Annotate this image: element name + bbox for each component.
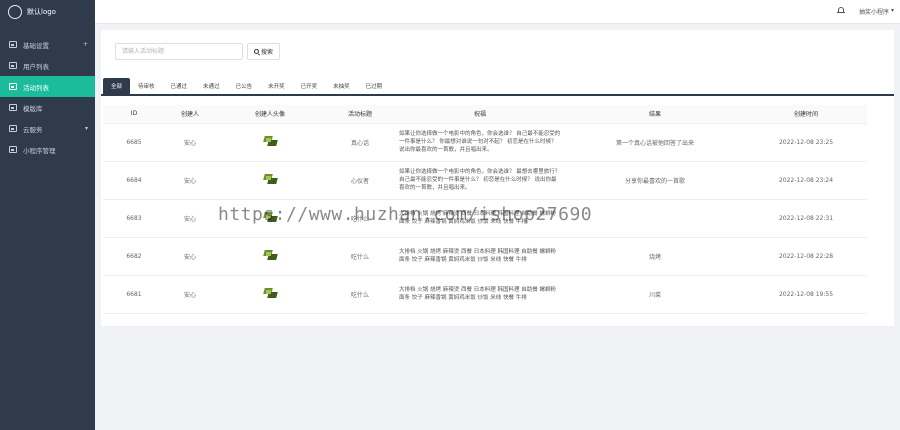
sidebar-item-label: 小程序管理 bbox=[23, 146, 56, 155]
cell-time: 2022-12-08 23:25 bbox=[745, 123, 867, 162]
cell-avatar bbox=[215, 199, 325, 238]
avatar bbox=[262, 135, 278, 147]
cell-title: 真心话 bbox=[325, 123, 395, 162]
cell-creator: 安心 bbox=[165, 237, 215, 276]
tab-rejected[interactable]: 未通过 bbox=[195, 78, 228, 94]
avatar bbox=[262, 287, 278, 299]
logo-text: 默认logo bbox=[27, 8, 56, 16]
cell-creator: 安心 bbox=[165, 275, 215, 314]
avatar bbox=[262, 249, 278, 261]
expand-icon: + bbox=[82, 41, 88, 48]
cell-creator: 安心 bbox=[165, 161, 215, 200]
search-icon bbox=[253, 49, 259, 54]
logo-icon bbox=[8, 5, 22, 19]
sidebar-item-label: 基础设置 bbox=[23, 41, 49, 50]
menu-icon bbox=[9, 41, 17, 48]
tab-approved[interactable]: 已通过 bbox=[163, 78, 196, 94]
tab-not-lottery[interactable]: 未抽奖 bbox=[325, 78, 358, 94]
cell-result bbox=[565, 199, 745, 238]
menu-icon bbox=[9, 83, 17, 90]
search-button-label: 搜索 bbox=[260, 49, 273, 56]
cell-title: 心仪者 bbox=[325, 161, 395, 200]
search-button[interactable]: 搜索 bbox=[247, 43, 280, 60]
cell-avatar bbox=[215, 123, 325, 162]
search-input[interactable] bbox=[115, 43, 243, 60]
table-row[interactable]: 6685 安心 真心话 如果让你选择做一个电影中的角色，你会选谁？ 自己最不能忍… bbox=[103, 123, 867, 162]
cell-time: 2022-12-08 19:55 bbox=[745, 275, 867, 314]
column-header-time[interactable]: 创建时间 bbox=[745, 105, 867, 124]
menu-icon bbox=[9, 104, 17, 111]
menu-icon bbox=[9, 146, 17, 153]
cell-title: 吃什么 bbox=[325, 275, 395, 314]
column-header-id[interactable]: ID bbox=[103, 105, 165, 124]
activity-table: ID 创建人 创建人头像 活动标题 祝福 结果 创建时间 6685 安心 真心话… bbox=[103, 105, 867, 314]
logo[interactable]: 默认logo bbox=[0, 0, 95, 24]
cell-result: 分享你最喜欢的一首歌 bbox=[565, 161, 745, 200]
avatar bbox=[262, 173, 278, 185]
top-header: 抽奖小程序 ▾ bbox=[95, 0, 900, 24]
user-menu[interactable]: 抽奖小程序 ▾ bbox=[859, 7, 894, 16]
cell-id: 6681 bbox=[103, 275, 165, 314]
cell-avatar bbox=[215, 275, 325, 314]
cell-time: 2022-12-08 23:24 bbox=[745, 161, 867, 200]
sidebar-item-label: 活动列表 bbox=[23, 83, 49, 92]
sidebar-item-cloud[interactable]: 云服务 ▾ bbox=[0, 118, 95, 139]
sidebar-item-label: 云服务 bbox=[23, 125, 43, 134]
column-header-result[interactable]: 结果 bbox=[565, 105, 745, 124]
cell-title: 吃什么 bbox=[325, 237, 395, 276]
sidebar-item-users[interactable]: 用户列表 bbox=[0, 55, 95, 76]
sidebar-menu: 基础设置 + 用户列表 活动列表 模版库 云服务 ▾ 小程序管理 bbox=[0, 34, 95, 160]
chevron-down-icon: ▾ bbox=[890, 7, 894, 14]
cell-id: 6685 bbox=[103, 123, 165, 162]
sidebar-item-label: 用户列表 bbox=[23, 62, 49, 71]
column-header-avatar[interactable]: 创建人头像 bbox=[215, 105, 325, 124]
menu-icon bbox=[9, 62, 17, 69]
tab-not-drawn[interactable]: 未开奖 bbox=[260, 78, 293, 94]
bell-icon[interactable] bbox=[837, 6, 845, 15]
sidebar-item-activities[interactable]: 活动列表 bbox=[0, 76, 95, 97]
cell-id: 6684 bbox=[103, 161, 165, 200]
sidebar-item-label: 模版库 bbox=[23, 104, 43, 113]
tab-pending[interactable]: 待审核 bbox=[130, 78, 163, 94]
cell-time: 2022-12-08 22:28 bbox=[745, 237, 867, 276]
cell-message: 如果让你选择做一个电影中的角色，你会选谁？ 最想去哪里旅行？ 自己最不能忍受的一… bbox=[395, 161, 565, 200]
table-row[interactable]: 6683 安心 吃什么 大排档 火锅 烧烤 麻辣烫 西餐 日本料理 韩国料理 自… bbox=[103, 199, 867, 238]
cell-message: 大排档 火锅 烧烤 麻辣烫 西餐 日本料理 韩国料理 自助餐 螺蛳粉 面条 饺子… bbox=[395, 237, 565, 276]
cell-creator: 安心 bbox=[165, 123, 215, 162]
column-header-title[interactable]: 活动标题 bbox=[325, 105, 395, 124]
table-row[interactable]: 6681 安心 吃什么 大排档 火锅 烧烤 麻辣烫 西餐 日本料理 韩国料理 自… bbox=[103, 275, 867, 314]
cell-id: 6683 bbox=[103, 199, 165, 238]
cell-avatar bbox=[215, 161, 325, 200]
tab-announced[interactable]: 已公告 bbox=[228, 78, 261, 94]
table-row[interactable]: 6684 安心 心仪者 如果让你选择做一个电影中的角色，你会选谁？ 最想去哪里旅… bbox=[103, 161, 867, 200]
chevron-down-icon: ▾ bbox=[84, 125, 88, 132]
sidebar-item-templates[interactable]: 模版库 bbox=[0, 97, 95, 118]
table-header-row: ID 创建人 创建人头像 活动标题 祝福 结果 创建时间 bbox=[103, 105, 867, 124]
cell-creator: 安心 bbox=[165, 199, 215, 238]
tab-expired[interactable]: 已过期 bbox=[358, 78, 391, 94]
table-row[interactable]: 6682 安心 吃什么 大排档 火锅 烧烤 麻辣烫 西餐 日本料理 韩国料理 自… bbox=[103, 237, 867, 276]
status-tabs: 全部 待审核 已通过 未通过 已公告 未开奖 已开奖 未抽奖 已过期 bbox=[101, 78, 894, 96]
tab-drawn[interactable]: 已开奖 bbox=[293, 78, 326, 94]
sidebar-item-miniapp[interactable]: 小程序管理 bbox=[0, 139, 95, 160]
sidebar: 默认logo 基础设置 + 用户列表 活动列表 模版库 云服务 ▾ 小程序管理 bbox=[0, 0, 95, 430]
cell-message: 大排档 火锅 烧烤 麻辣烫 西餐 日本料理 韩国料理 自助餐 螺蛳粉 面条 饺子… bbox=[395, 199, 565, 238]
cell-avatar bbox=[215, 237, 325, 276]
column-header-creator[interactable]: 创建人 bbox=[165, 105, 215, 124]
column-header-message[interactable]: 祝福 bbox=[395, 105, 565, 124]
tab-all[interactable]: 全部 bbox=[103, 78, 131, 94]
avatar bbox=[262, 211, 278, 223]
cell-title: 吃什么 bbox=[325, 199, 395, 238]
user-menu-label: 抽奖小程序 bbox=[858, 9, 889, 16]
cell-time: 2022-12-08 22:31 bbox=[745, 199, 867, 238]
menu-icon bbox=[9, 125, 17, 132]
cell-message: 大排档 火锅 烧烤 麻辣烫 西餐 日本料理 韩国料理 自助餐 螺蛳粉 面条 饺子… bbox=[395, 275, 565, 314]
cell-id: 6682 bbox=[103, 237, 165, 276]
sidebar-item-basic-settings[interactable]: 基础设置 + bbox=[0, 34, 95, 55]
cell-result: 川菜 bbox=[565, 275, 745, 314]
cell-result: 第一个真心话被他回答了出来 bbox=[565, 123, 745, 162]
cell-result: 烧烤 bbox=[565, 237, 745, 276]
cell-message: 如果让你选择做一个电影中的角色，你会选谁？ 自己最不能忍受的一件事是什么？ 你最… bbox=[395, 123, 565, 162]
main-content: 搜索 全部 待审核 已通过 未通过 已公告 未开奖 已开奖 未抽奖 已过期 ID… bbox=[101, 30, 894, 326]
